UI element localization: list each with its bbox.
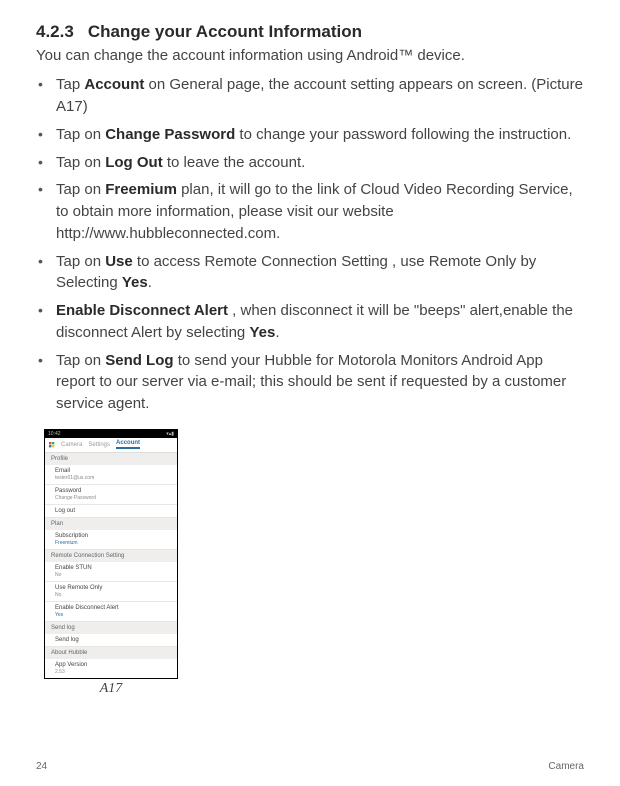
row-sendlog[interactable]: Send log (45, 634, 177, 647)
page: 4.2.3 Change your Account Information You… (0, 0, 620, 786)
footer-section: Camera (548, 761, 584, 772)
tab-settings[interactable]: Settings (88, 442, 110, 448)
page-number: 24 (36, 761, 47, 772)
status-icons: ▾▴▮ (166, 431, 174, 437)
tab-bar: Camera Settings Account (45, 438, 177, 453)
status-time: 10:42 (48, 431, 61, 437)
tab-account[interactable]: Account (116, 440, 140, 449)
phone-frame: 10:42 ▾▴▮ Camera Settings Account Profil… (44, 429, 178, 679)
list-item: Tap on Freemium plan, it will go to the … (36, 179, 584, 244)
figure-caption: A17 (44, 681, 178, 697)
phone-screenshot: 10:42 ▾▴▮ Camera Settings Account Profil… (44, 429, 584, 679)
row-disconnect-alert[interactable]: Enable Disconnect Alert Yes (45, 602, 177, 622)
row-app-version: App Version 2.53 (45, 659, 177, 678)
section-about: About Hubble (45, 647, 177, 659)
row-remote-only[interactable]: Use Remote Only No (45, 582, 177, 602)
list-item: Tap on Log Out to leave the account. (36, 152, 584, 174)
heading-number: 4.2.3 (36, 22, 74, 42)
list-item: Tap on Use to access Remote Connection S… (36, 251, 584, 295)
section-plan: Plan (45, 518, 177, 530)
page-footer: 24 Camera (0, 761, 620, 772)
row-stun[interactable]: Enable STUN No (45, 562, 177, 582)
section-remote: Remote Connection Setting (45, 550, 177, 562)
row-email[interactable]: Email tester01@us.com (45, 465, 177, 485)
status-bar: 10:42 ▾▴▮ (45, 430, 177, 438)
list-item: Tap on Send Log to send your Hubble for … (36, 350, 584, 415)
section-profile: Profile (45, 453, 177, 465)
heading-title: Change your Account Information (88, 22, 362, 41)
section-sendlog: Send log (45, 622, 177, 634)
row-logout[interactable]: Log out (45, 505, 177, 518)
list-item: Tap on Change Password to change your pa… (36, 124, 584, 146)
row-password[interactable]: Password Change Password (45, 485, 177, 505)
intro-text: You can change the account information u… (36, 46, 584, 66)
list-item: Tap Account on General page, the account… (36, 74, 584, 118)
row-subscription[interactable]: Subscription Freemium (45, 530, 177, 550)
instruction-list: Tap Account on General page, the account… (36, 74, 584, 415)
brand-icon (49, 442, 55, 448)
section-heading: 4.2.3 Change your Account Information (36, 22, 584, 42)
list-item: Enable Disconnect Alert , when disconnec… (36, 300, 584, 344)
tab-camera[interactable]: Camera (61, 442, 82, 448)
